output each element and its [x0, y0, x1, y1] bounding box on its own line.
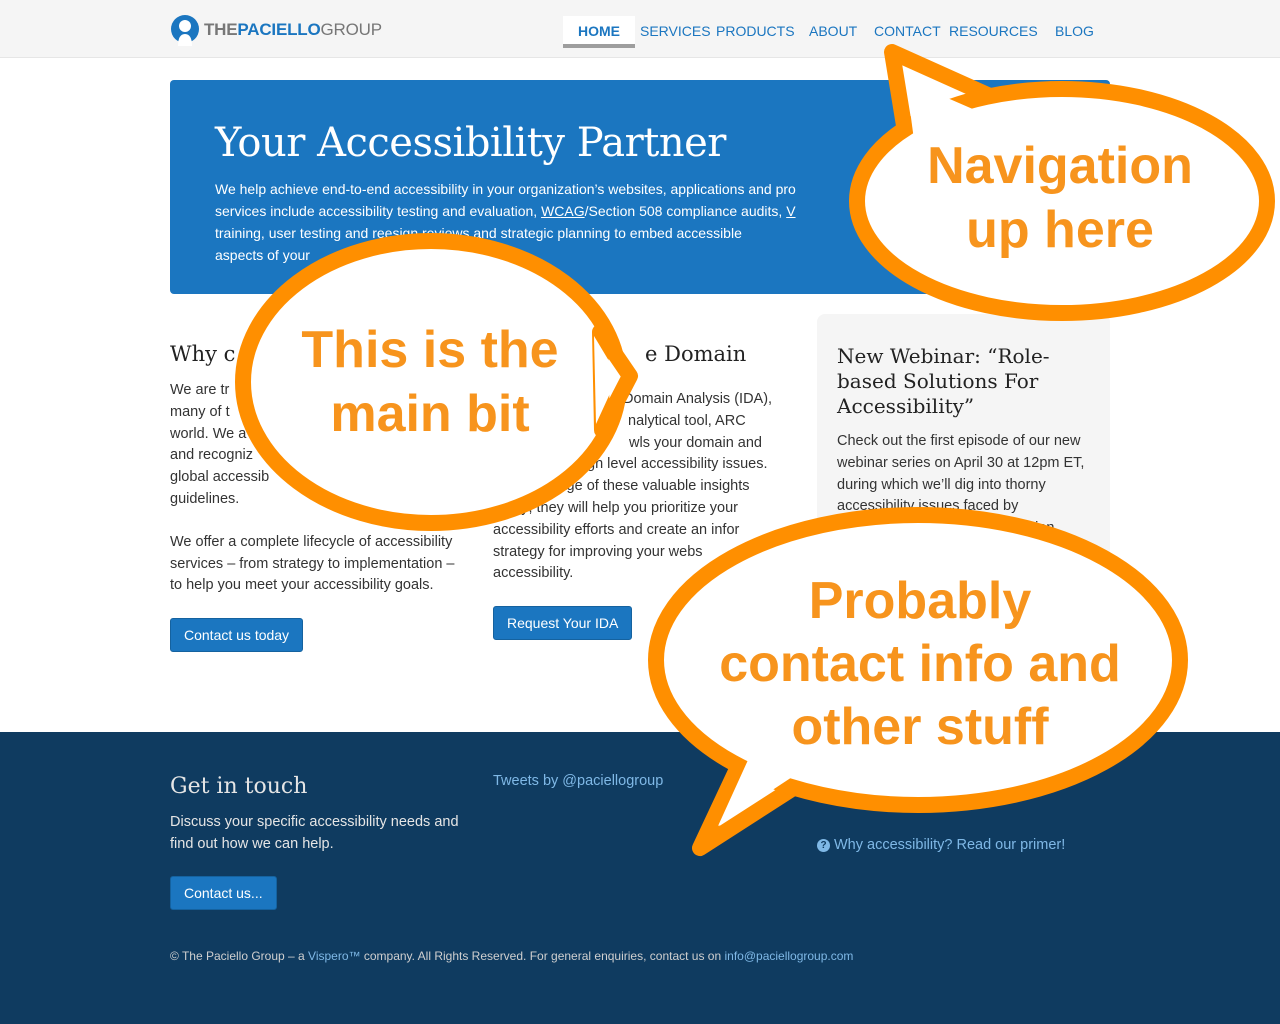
logo-person-icon — [170, 14, 200, 46]
nav-contact[interactable]: CONTACT — [874, 16, 941, 46]
nav-home[interactable]: HOME — [563, 16, 635, 48]
contact-us-today-button[interactable]: Contact us today — [170, 618, 304, 653]
nav-products[interactable]: PRODUCTS — [716, 16, 795, 46]
email-link[interactable]: info@paciellogroup.com — [724, 949, 853, 963]
contact-us-button[interactable]: Contact us... — [170, 876, 277, 910]
nav-blog[interactable]: BLOG — [1055, 16, 1094, 46]
get-in-touch-heading: Get in touch — [170, 774, 308, 799]
site-header: THEPACIELLOGROUP HOME SERVICES PRODUCTS … — [0, 0, 1280, 58]
site-logo[interactable]: THEPACIELLOGROUP — [170, 14, 382, 46]
webinar-heading[interactable]: New Webinar: “Role-based Solutions For A… — [837, 344, 1090, 419]
request-ida-button[interactable]: Request Your IDA — [493, 606, 633, 641]
nav-about[interactable]: ABOUT — [809, 16, 857, 46]
v-link[interactable]: V — [786, 203, 795, 219]
domain-heading: e Domain — [645, 342, 747, 366]
webinar-text: Check out the first episode of our new w… — [837, 433, 1085, 537]
get-in-touch-text: Discuss your specific accessibility need… — [170, 814, 459, 852]
wcag-link[interactable]: WCAG — [541, 203, 585, 219]
primer-link-label: Why accessibility? Read our primer! — [834, 837, 1066, 853]
nav-services[interactable]: SERVICES — [640, 16, 711, 46]
domain-text: Domain Analysis (IDA), nalytical tool, A… — [493, 391, 773, 582]
tweets-link[interactable]: Tweets by @paciellogroup — [493, 773, 663, 789]
question-circle-icon: ? — [817, 838, 830, 852]
primer-link[interactable]: ? Why accessibility? Read our primer! — [817, 837, 1065, 853]
why-section: Why c We are tr many of t world. We a an… — [170, 342, 460, 653]
webinar-card: New Webinar: “Role-based Solutions For A… — [817, 314, 1110, 574]
logo-wordmark: THEPACIELLOGROUP — [204, 20, 382, 39]
copyright-text: © The Paciello Group – a Vispero™ compan… — [170, 949, 854, 963]
hero-text: We help achieve end-to-end accessibility… — [215, 181, 796, 263]
vispero-link[interactable]: Vispero™ — [308, 949, 360, 963]
site-footer: Get in touch Discuss your specific acces… — [0, 732, 1280, 1024]
hero-title: Your Accessibility Partner — [215, 120, 726, 166]
nav-resources[interactable]: RESOURCES — [949, 16, 1038, 46]
why-intro: We are tr many of t world. We a and reco… — [170, 382, 270, 507]
domain-section: e Domain Domain Analysis (IDA), nalytica… — [493, 342, 793, 641]
why-lifecycle: We offer a complete lifecycle of accessi… — [170, 533, 455, 594]
hero-banner: Your Accessibility Partner We help achie… — [170, 80, 1110, 294]
why-heading: Why c — [170, 342, 236, 366]
